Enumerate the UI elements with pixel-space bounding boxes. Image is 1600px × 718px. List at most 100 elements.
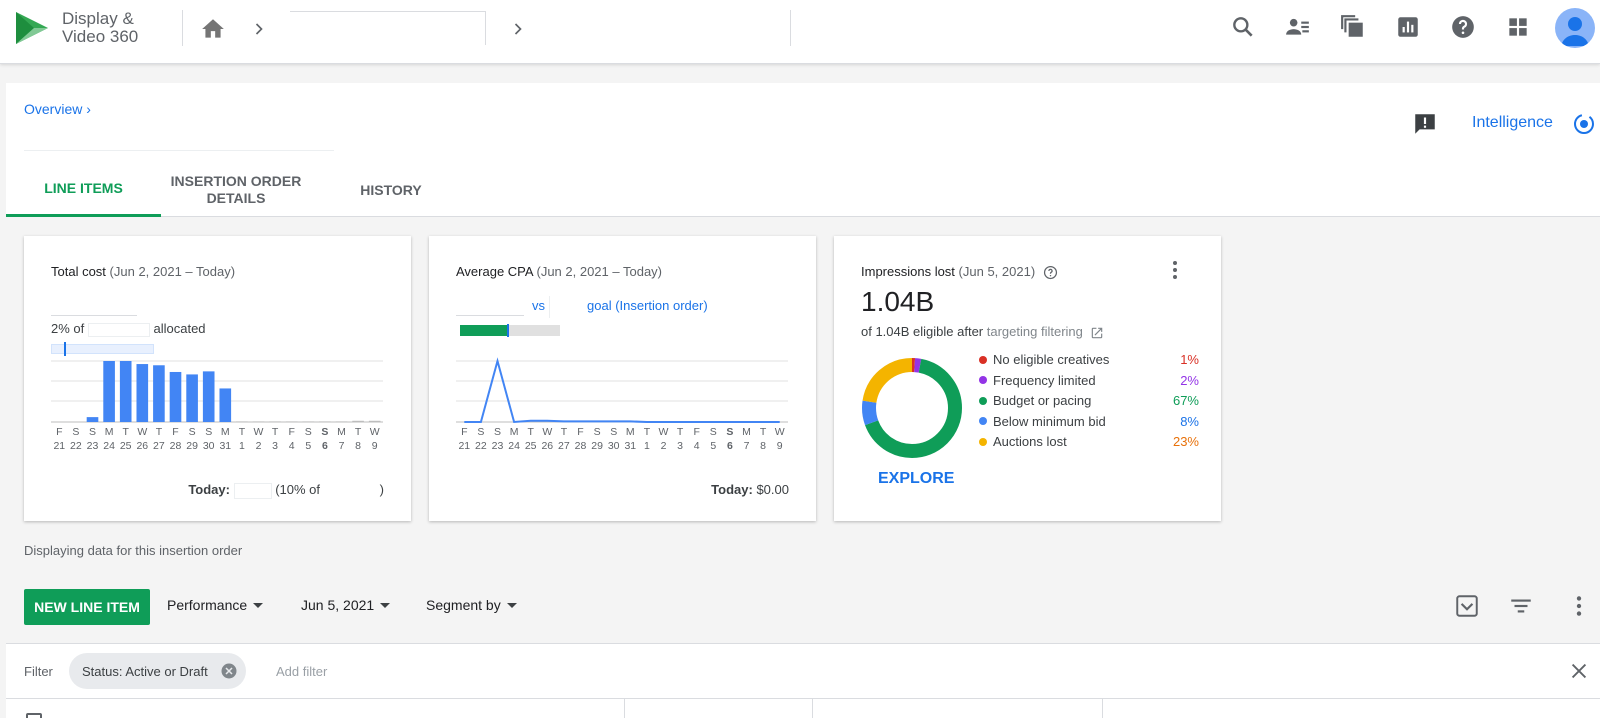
download-box-icon[interactable]: [1454, 593, 1480, 619]
avatar[interactable]: [1555, 8, 1595, 48]
x-tick-day: 27: [558, 440, 570, 452]
x-tick-day: 9: [777, 440, 783, 452]
x-tick-day: 6: [322, 440, 328, 452]
divider: [182, 10, 183, 46]
average-cpa-card: Average CPA (Jun 2, 2021 – Today) vs goa…: [429, 236, 816, 521]
bar: [219, 388, 232, 422]
today-label: Today:: [711, 482, 753, 497]
x-tick-day: 30: [203, 440, 215, 452]
breadcrumb-overview-link[interactable]: Overview ›: [24, 101, 91, 117]
tab-label: LINE ITEMS: [44, 180, 123, 196]
bar: [335, 421, 348, 422]
tab-history[interactable]: HISTORY: [321, 163, 461, 217]
dv360-logo-icon[interactable]: [14, 10, 50, 46]
tab-insertion-order-details[interactable]: INSERTION ORDER DETAILS: [161, 163, 311, 217]
remove-chip-icon[interactable]: [220, 662, 238, 680]
x-tick-day: 24: [508, 440, 520, 452]
bar: [352, 420, 364, 422]
page-header: Overview › Intelligence LINE ITEMS INSER…: [6, 83, 1600, 217]
x-tick-weekday: T: [760, 426, 767, 438]
bar: [153, 365, 165, 422]
eligible-summary: of 1.04B eligible after targeting filter…: [861, 324, 1104, 340]
x-tick-weekday: F: [461, 426, 467, 438]
x-tick-weekday: M: [742, 426, 751, 438]
x-tick-weekday: W: [370, 426, 380, 438]
x-tick-day: 3: [272, 440, 278, 452]
x-tick-weekday: T: [122, 426, 129, 438]
x-tick-weekday: M: [221, 426, 230, 438]
card-date-range: (Jun 2, 2021 – Today): [109, 264, 236, 279]
impressions-lost-value: 1.04B: [861, 286, 935, 317]
legend-label: Auctions lost: [993, 434, 1067, 449]
cpa-series-line: [464, 357, 780, 424]
legend-percent: 1%: [1180, 352, 1199, 367]
targeting-filtering-link[interactable]: targeting filtering: [987, 324, 1083, 339]
apps-grid-icon[interactable]: [1505, 14, 1531, 40]
legend-dot: [979, 355, 987, 364]
more-vert-icon[interactable]: [1566, 593, 1592, 619]
legend-label: Frequency limited: [993, 372, 1096, 388]
x-tick-day: 27: [153, 440, 165, 452]
x-tick-weekday: S: [594, 426, 601, 438]
select-all-checkbox[interactable]: [26, 713, 42, 718]
bar: [202, 371, 215, 422]
x-tick-day: 4: [289, 440, 295, 452]
x-tick-weekday: F: [172, 426, 178, 438]
eligible-prefix: of 1.04B eligible after: [861, 324, 984, 339]
home-icon[interactable]: [200, 16, 226, 42]
x-tick-day: 8: [355, 440, 361, 452]
people-icon[interactable]: [1285, 14, 1311, 40]
chevron-right-icon[interactable]: [249, 19, 269, 39]
date-dropdown[interactable]: Jun 5, 2021: [301, 597, 391, 613]
x-tick-day: 5: [710, 440, 716, 452]
app-name-line2: Video 360: [62, 27, 139, 46]
top-app-bar: Display & Video 360: [0, 0, 1600, 64]
filter-list-icon[interactable]: [1508, 593, 1534, 619]
legend-item: No eligible creatives 1%: [979, 352, 1199, 367]
status-filter-chip[interactable]: Status: Active or Draft: [69, 653, 246, 689]
explore-button[interactable]: EXPLORE: [878, 470, 954, 488]
chevron-right-icon[interactable]: [508, 19, 528, 39]
filter-bar: Filter Status: Active or Draft: [6, 643, 1600, 699]
tab-label: INSERTION ORDER: [170, 173, 302, 189]
bar: [136, 364, 149, 422]
filter-label: Filter: [24, 664, 53, 679]
x-tick-day: 26: [541, 440, 553, 452]
legend-percent: 8%: [1180, 413, 1199, 429]
card-title: Total cost (Jun 2, 2021 – Today): [51, 264, 235, 279]
feedback-icon[interactable]: [1412, 111, 1438, 137]
x-tick-weekday: F: [288, 426, 294, 438]
x-tick-day: 2: [661, 440, 667, 452]
displaying-note: Displaying data for this insertion order: [24, 543, 243, 558]
x-tick-weekday: S: [494, 426, 501, 438]
tab-line-items[interactable]: LINE ITEMS: [6, 163, 161, 217]
legend-percent: 23%: [1172, 434, 1199, 449]
search-icon[interactable]: [1230, 14, 1256, 40]
table-header: [6, 699, 1600, 718]
more-vert-icon[interactable]: [1163, 258, 1187, 282]
performance-dropdown[interactable]: Performance: [167, 597, 264, 613]
new-line-item-button[interactable]: NEW LINE ITEM: [24, 589, 150, 625]
reports-icon[interactable]: [1395, 14, 1421, 40]
x-tick-weekday: T: [239, 426, 246, 438]
x-tick-weekday: T: [677, 426, 684, 438]
bar: [269, 421, 281, 422]
total-cost-bar-chart: F21S22S23M24T25W26T27F28S29S30M31T1W2T3F…: [51, 360, 383, 452]
advertiser-breadcrumb[interactable]: [290, 11, 486, 45]
tab-label: HISTORY: [360, 181, 422, 198]
segment-by-dropdown[interactable]: Segment by: [426, 597, 517, 613]
dropdown-label: Performance: [167, 597, 248, 613]
bar: [302, 421, 315, 422]
intelligence-icon[interactable]: [1572, 112, 1596, 136]
open-in-new-icon[interactable]: [1090, 326, 1104, 340]
close-icon[interactable]: [1568, 660, 1590, 682]
help-icon[interactable]: [1450, 14, 1476, 40]
add-filter-input[interactable]: [276, 664, 476, 679]
help-outline-icon[interactable]: [1043, 265, 1058, 280]
x-tick-weekday: M: [105, 426, 114, 438]
today-label: Today:: [188, 482, 230, 497]
x-tick-day: 23: [492, 440, 504, 452]
intelligence-link[interactable]: Intelligence: [1472, 114, 1553, 132]
column-divider: [812, 699, 813, 718]
copy-icon[interactable]: [1340, 14, 1366, 40]
